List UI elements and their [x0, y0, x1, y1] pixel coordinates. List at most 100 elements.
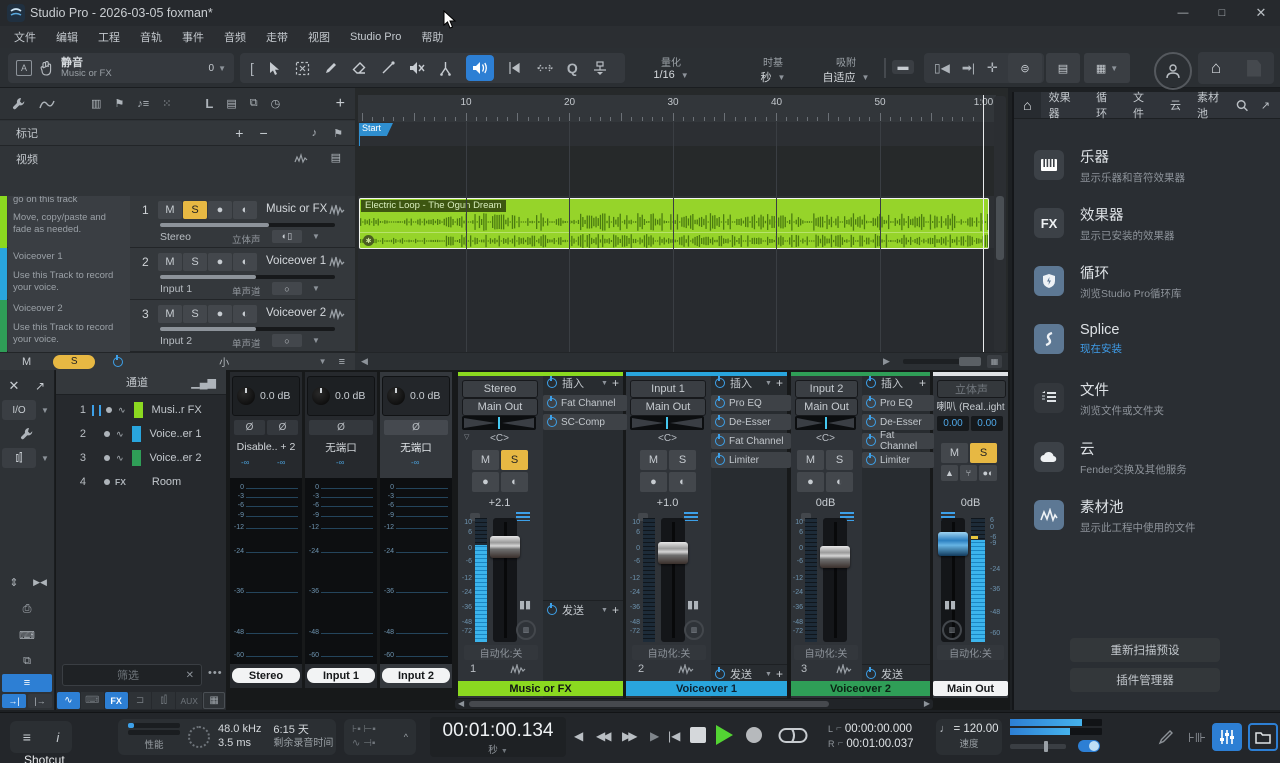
track-edit-icon[interactable]: ▯◀ — [934, 61, 950, 75]
add-send-button[interactable]: + — [776, 667, 783, 681]
browser-item-link[interactable]: 现在安装 — [1080, 341, 1122, 356]
main-time[interactable]: 00:01:00.134 — [430, 720, 566, 742]
channel-fader-cap[interactable] — [490, 536, 520, 558]
snap-value[interactable]: 自适应 — [823, 69, 856, 85]
stop-button[interactable] — [690, 727, 706, 743]
mixer-faders-button[interactable]: ⫾⫿ — [2, 448, 36, 468]
phase-invert-left[interactable]: Ø — [234, 420, 265, 435]
monitor-dot[interactable] — [104, 431, 110, 437]
input-gain-knob[interactable] — [387, 387, 405, 405]
collapse-button[interactable]: ▶◀ — [28, 572, 52, 592]
mainout-gain-value[interactable]: 0dB — [933, 496, 1008, 509]
record-button[interactable] — [746, 727, 762, 743]
track-mono-stereo-toggle[interactable]: ○ — [272, 282, 302, 295]
narrow-wide-button[interactable]: ⇕ — [2, 572, 26, 592]
layers-view-icon[interactable]: ⧉ — [2, 650, 52, 672]
automation-button[interactable]: 自动化:关 — [632, 645, 706, 660]
mixer-wrench-icon[interactable] — [20, 427, 34, 441]
hscroll-right-arrow[interactable]: ▶ — [883, 356, 890, 367]
inserts-power-icon[interactable] — [866, 378, 876, 388]
channel-input-button[interactable]: Input 1 — [630, 380, 706, 398]
macro-icon[interactable] — [592, 61, 608, 76]
track-lane-2[interactable] — [358, 248, 996, 301]
clip-gear-button[interactable]: ✱ — [363, 235, 374, 246]
menu-project[interactable]: 工程 — [88, 29, 130, 45]
channel-mute-button[interactable]: M — [472, 450, 499, 470]
mixer-hscroll-left[interactable]: ◀ — [458, 699, 464, 708]
track-size-label[interactable]: 小 — [219, 354, 229, 369]
fast-forward-button[interactable]: ▶▶ — [622, 729, 634, 743]
menu-transport[interactable]: 走带 — [256, 29, 298, 45]
insert-power-icon[interactable] — [715, 455, 725, 465]
arrange-vscrollbar[interactable] — [994, 96, 1006, 352]
grid-panel-button[interactable]: ▦ ▼ — [1084, 53, 1130, 83]
insert-power-icon[interactable] — [715, 398, 725, 408]
insert-power-icon[interactable] — [715, 417, 725, 427]
channel-row-name[interactable]: Voice..er 2 — [150, 452, 202, 464]
stereo-pair-icon[interactable]: ▮▮ — [519, 598, 531, 611]
channel-filter-box[interactable]: 筛选 ✕ — [62, 664, 202, 686]
track-solo-button[interactable]: S — [183, 253, 207, 271]
wrench-icon[interactable] — [12, 97, 26, 111]
audio-clip[interactable]: Electric Loop - The Ogun Dream ✱ — [359, 198, 989, 249]
channel-record-button[interactable]: ● — [472, 472, 499, 492]
mute-tool-dropdown[interactable]: ▼ — [218, 64, 226, 73]
pan-control[interactable] — [630, 416, 704, 430]
track-notes[interactable]: Voiceover 1 Use this Track to record you… — [8, 248, 130, 300]
track-monitor-button[interactable]: ◐ — [233, 253, 257, 271]
cluster-expand-chevron[interactable]: ^ — [404, 732, 408, 742]
instrument-rack-icon[interactable]: ⎙ — [2, 598, 52, 620]
track-notes[interactable]: go on this track Move, copy/paste and fa… — [8, 196, 130, 248]
pencil-quick-icon[interactable] — [1158, 729, 1174, 745]
track-name[interactable]: Voiceover 2 — [266, 307, 326, 319]
loop-button[interactable] — [778, 725, 808, 747]
channel-name-label[interactable]: Voiceover 1 — [626, 681, 787, 696]
track-volume-slider[interactable] — [160, 223, 335, 227]
insert-power-icon[interactable] — [547, 398, 557, 408]
track-record-button[interactable]: ● — [208, 201, 232, 219]
insert-power-icon[interactable] — [866, 398, 876, 408]
track-io-name[interactable]: Stereo — [160, 231, 191, 243]
track-mute-button[interactable]: M — [158, 305, 182, 323]
mainout-mute-button[interactable]: M — [941, 443, 968, 463]
fade-icon[interactable]: ∿ ⊣▪ — [352, 739, 376, 749]
input-strip-name[interactable]: Input 2 — [382, 668, 450, 683]
menu-view[interactable]: 视图 — [298, 29, 340, 45]
insert-slot[interactable]: Limiter — [711, 452, 791, 468]
track-name[interactable]: Music or FX — [266, 203, 327, 215]
autoscroll-icon[interactable] — [508, 61, 523, 75]
hscroll-left-arrow[interactable]: ◀ — [361, 356, 368, 367]
time-display-box[interactable]: 00:01:00.134 秒 ▼ — [430, 717, 566, 757]
channel-mode-icon[interactable]: ▥ — [684, 620, 704, 640]
input-gain-knob[interactable] — [237, 387, 255, 405]
track-header-2[interactable]: Voiceover 1 Use this Track to record you… — [0, 248, 355, 300]
inserts-header[interactable]: 插入 ▼ + — [711, 374, 787, 392]
track-header-1[interactable]: go on this track Move, copy/paste and fa… — [0, 196, 355, 248]
timebase-cluster[interactable]: 时基 秒▼ — [742, 54, 804, 85]
bend-tool[interactable] — [381, 61, 395, 75]
menu-help[interactable]: 帮助 — [411, 29, 453, 45]
arrow-tool[interactable] — [268, 61, 281, 76]
marker-lane[interactable] — [358, 122, 996, 147]
input-port-label[interactable]: 无端口 — [380, 440, 452, 454]
track-volume-slider[interactable] — [160, 275, 335, 279]
video-panel-button[interactable]: ▤ — [1046, 53, 1080, 83]
inserts-power-icon[interactable] — [547, 378, 557, 388]
zoom-preset-button[interactable]: ▦ — [987, 355, 1002, 368]
insert-slot[interactable]: Fat Channel — [711, 433, 791, 449]
track-record-button[interactable]: ● — [208, 253, 232, 271]
add-send-button[interactable]: + — [612, 603, 619, 617]
mainout-swap-button[interactable]: ●◐ — [979, 465, 997, 481]
sends-power-icon[interactable] — [715, 669, 725, 679]
snap-dropdown[interactable]: ▼ — [862, 73, 870, 82]
pencil-tool[interactable] — [324, 61, 338, 75]
automation-icon[interactable] — [39, 98, 55, 110]
remove-marker-button[interactable]: − — [259, 125, 267, 141]
menu-edit[interactable]: 编辑 — [46, 29, 88, 45]
menu-audio[interactable]: 音频 — [214, 29, 256, 45]
insert-slot[interactable]: Fat Channel — [543, 395, 627, 411]
channel-monitor-button[interactable]: ◐ — [501, 472, 528, 492]
inserts-dropdown[interactable]: ▼ — [765, 380, 772, 387]
channel-row-2[interactable]: 2 ∿ Voice..er 1 — [56, 422, 226, 446]
monitor-dot[interactable] — [104, 455, 110, 461]
